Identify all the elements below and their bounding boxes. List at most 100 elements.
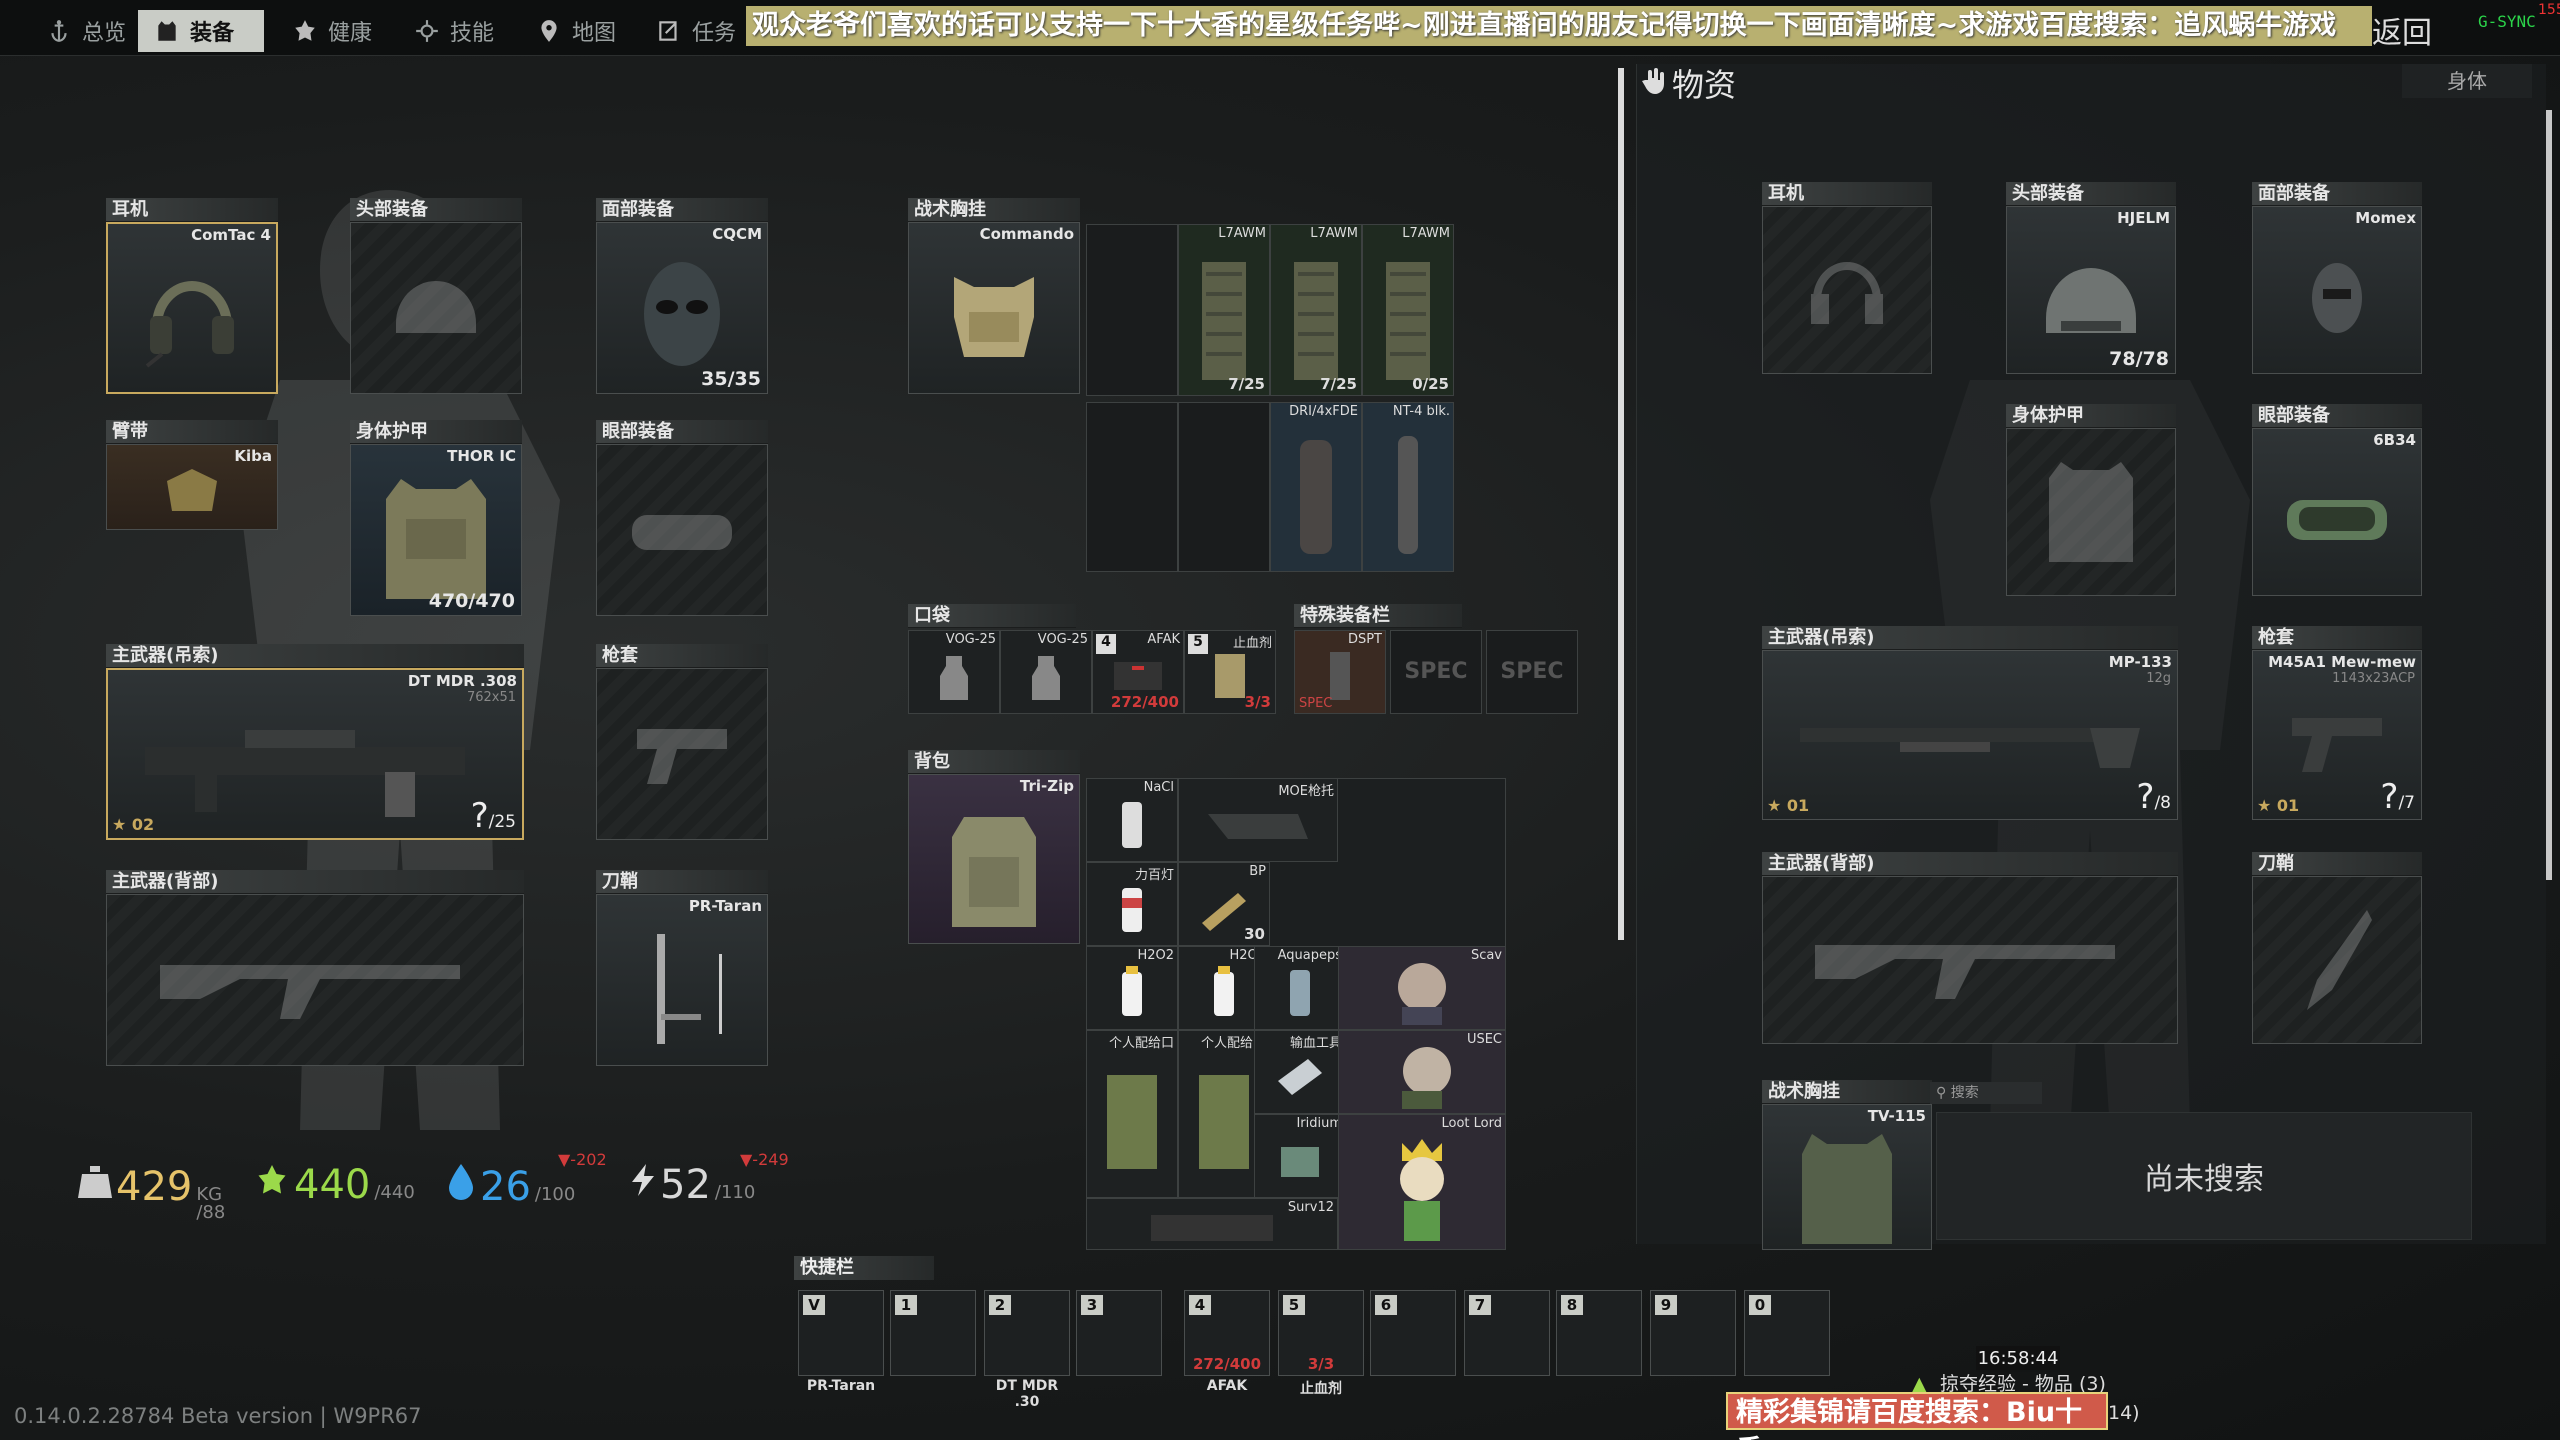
primary-weapon-item[interactable]: DT MDR .308 762x51 ★ 02 ?/25 (106, 668, 524, 840)
tab-gear[interactable]: 装备 (138, 10, 264, 52)
quickbar-slot-7[interactable]: 7 (1464, 1290, 1550, 1376)
loot-rig-item[interactable]: TV-115 (1762, 1104, 1932, 1250)
rig-mag-1[interactable]: L7AWM 7/25 (1178, 224, 1270, 396)
headwear-slot[interactable]: 头部装备 (350, 198, 522, 394)
bp-item-surv12[interactable]: Surv12 (1086, 1198, 1338, 1250)
body-armor-slot[interactable]: 身体护甲 THOR IC 470/470 (350, 420, 522, 616)
tactical-rig-item[interactable]: Commando (908, 222, 1080, 394)
eyewear-empty[interactable] (596, 444, 768, 616)
loot-search-field[interactable]: ⚲ 搜索 (1930, 1082, 2042, 1104)
headwear-empty[interactable] (350, 222, 522, 394)
loot-scabbard-empty[interactable] (2252, 876, 2422, 1044)
pocket-item-4[interactable]: 5 止血剂 3/3 (1184, 630, 1276, 714)
bp-item-usec-figure[interactable]: USEC (1338, 1030, 1506, 1114)
loot-armor-slot[interactable]: 身体护甲 (2006, 404, 2176, 596)
panel-divider[interactable] (1618, 68, 1624, 940)
tab-tasks[interactable]: 任务 (640, 10, 752, 52)
tactical-rig-slot[interactable]: 战术胸挂 Commando (908, 198, 1080, 394)
bp-item-iridium[interactable]: Iridium (1254, 1114, 1346, 1198)
backpack-slot[interactable]: 背包 Tri-Zip (908, 750, 1080, 944)
bp-item-aquapeps[interactable]: Aquapeps (1254, 946, 1346, 1030)
quickbar-slot-8[interactable]: 8 (1556, 1290, 1642, 1376)
scabbard-item[interactable]: PR-Taran (596, 894, 768, 1066)
loot-headwear-item[interactable]: HJELM 78/78 (2006, 206, 2176, 374)
quickbar-slot-V[interactable]: V (798, 1290, 884, 1376)
rig-item-scope[interactable]: DRI/4xFDE (1270, 402, 1362, 572)
holster-slot[interactable]: 枪套 (596, 644, 768, 840)
quickbar-slot-3[interactable]: 3 (1076, 1290, 1162, 1376)
pocket-item-3[interactable]: 4 AFAK 272/400 (1092, 630, 1184, 714)
holster-empty[interactable] (596, 668, 768, 840)
loot-eyewear-slot[interactable]: 眼部装备 6B34 (2252, 404, 2422, 596)
bp-item-scav-figure[interactable]: Scav (1338, 946, 1506, 1030)
loot-scrollbar[interactable] (2546, 110, 2552, 880)
loot-scabbard-slot[interactable]: 刀鞘 (2252, 852, 2422, 1044)
armband-slot[interactable]: 臂带 Kiba (106, 420, 278, 530)
pocket-item-2[interactable]: VOG-25 (1000, 630, 1092, 714)
scabbard-slot[interactable]: 刀鞘 PR-Taran (596, 870, 768, 1066)
quickbar-slot-1[interactable]: 1 (890, 1290, 976, 1376)
quickbar-slot-4[interactable]: 4 272/400 (1184, 1290, 1270, 1376)
bp-item-h2o2[interactable]: H2O2 (1086, 946, 1178, 1030)
loot-holster-item[interactable]: M45A1 Mew-mew 1143x23ACP ★ 01 ?/7 (2252, 650, 2422, 820)
earpiece-item[interactable]: ComTac 4 (106, 222, 278, 394)
quickbar-slot-9[interactable]: 9 (1650, 1290, 1736, 1376)
back-button[interactable]: 返回 (2372, 8, 2432, 52)
special-slot-2[interactable]: SPEC (1390, 630, 1482, 714)
bp-item-nacl[interactable]: NaCl (1086, 778, 1178, 862)
bp-item-ammo[interactable]: BP 30 (1178, 862, 1270, 946)
bp-item-pills[interactable]: 力百灯 (1086, 862, 1178, 946)
rig-mag-3[interactable]: L7AWM 0/25 (1362, 224, 1454, 396)
magazine-icon (1202, 261, 1246, 380)
bp-item-transfusion[interactable]: 输血工具 (1254, 1030, 1346, 1114)
slot-header: 身体护甲 (2006, 404, 2176, 428)
loot-eyewear-item[interactable]: 6B34 (2252, 428, 2422, 596)
loot-back-empty[interactable] (1762, 876, 2178, 1044)
bp-item-lootlord-figure[interactable]: Loot Lord (1338, 1114, 1506, 1250)
loot-holster-slot[interactable]: 枪套 M45A1 Mew-mew 1143x23ACP ★ 01 ?/7 (2252, 626, 2422, 820)
tab-skills[interactable]: 技能 (398, 10, 510, 52)
rig-cell-empty[interactable] (1086, 402, 1178, 572)
loot-face-slot[interactable]: 面部装备 Momex (2252, 182, 2422, 374)
loot-back-slot[interactable]: 主武器(背部) (1762, 852, 2178, 1044)
eyewear-slot[interactable]: 眼部装备 (596, 420, 768, 616)
earpiece-slot[interactable]: 耳机 ComTac 4 (106, 198, 278, 394)
quickbar-slot-0[interactable]: 0 (1744, 1290, 1830, 1376)
body-armor-item[interactable]: THOR IC 470/470 (350, 444, 522, 616)
loot-rig-slot[interactable]: 战术胸挂 TV-115 (1762, 1080, 1932, 1250)
loot-body-tab[interactable]: 身体 (2402, 64, 2532, 98)
rig-mag-2[interactable]: L7AWM 7/25 (1270, 224, 1362, 396)
tab-map[interactable]: 地图 (520, 10, 632, 52)
loot-headwear-slot[interactable]: 头部装备 HJELM 78/78 (2006, 182, 2176, 374)
quickbar-slot-2[interactable]: 2 (984, 1290, 1070, 1376)
rig-cell-empty[interactable] (1178, 402, 1270, 572)
rig-item-suppressor[interactable]: NT-4 blk. (1362, 402, 1454, 572)
loot-earpiece-empty[interactable] (1762, 206, 1932, 374)
quickbar-slot-5[interactable]: 5 3/3 (1278, 1290, 1364, 1376)
tab-health[interactable]: 健康 (276, 10, 388, 52)
loot-earpiece-slot[interactable]: 耳机 (1762, 182, 1932, 374)
special-slot-1[interactable]: DSPT SPEC (1294, 630, 1386, 714)
special-slot-3[interactable]: SPEC (1486, 630, 1578, 714)
backpack-item[interactable]: Tri-Zip (908, 774, 1080, 944)
pocket-item-1[interactable]: VOG-25 (908, 630, 1000, 714)
bp-item-ration-1[interactable]: 个人配给口 (1086, 1030, 1178, 1198)
primary-back-empty[interactable] (106, 894, 524, 1066)
quickbar-slot-6[interactable]: 6 (1370, 1290, 1456, 1376)
rifle-placeholder-icon (1815, 945, 2115, 999)
loot-armor-empty[interactable] (2006, 428, 2176, 596)
face-cover-item[interactable]: CQCM 35/35 (596, 222, 768, 394)
loot-rig-unsearched[interactable]: 尚未搜索 (1936, 1112, 2472, 1240)
face-cover-slot[interactable]: 面部装备 CQCM 35/35 (596, 198, 768, 394)
loot-primary-item[interactable]: MP-133 12g ★ 01 ?/8 (1762, 650, 2178, 820)
loot-primary-slot[interactable]: 主武器(吊索) MP-133 12g ★ 01 ?/8 (1762, 626, 2178, 820)
armband-item[interactable]: Kiba (106, 444, 278, 530)
bp-item-stock[interactable]: MOE枪托 (1178, 778, 1338, 862)
rig-cell-empty[interactable] (1086, 224, 1178, 396)
loot-face-item[interactable]: Momex (2252, 206, 2422, 374)
iridium-icon (1281, 1147, 1319, 1178)
tab-overview[interactable]: 总览 (30, 10, 142, 52)
primary-sling-slot[interactable]: 主武器(吊索) DT MDR .308 762x51 ★ 02 ?/25 (106, 644, 524, 840)
mask-icon (644, 261, 720, 366)
primary-back-slot[interactable]: 主武器(背部) (106, 870, 524, 1066)
